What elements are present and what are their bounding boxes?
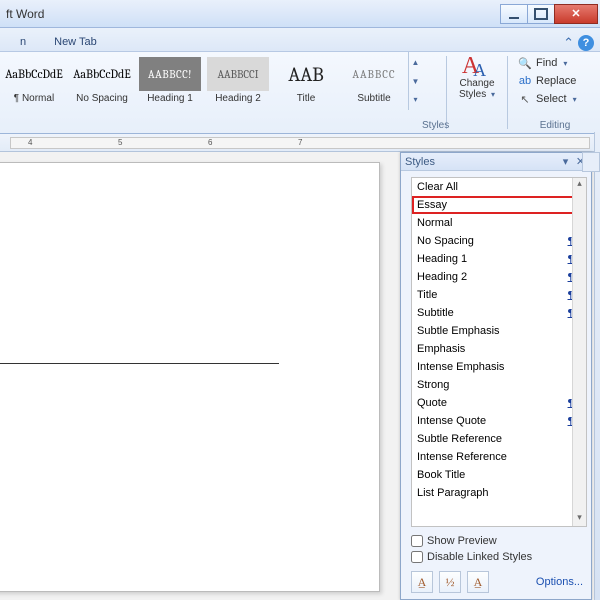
document-page[interactable] [0,162,380,592]
style-row[interactable]: List Paragraph¶ [412,484,586,502]
change-styles-icon: AA [462,54,492,78]
styles-task-pane: Styles ▾ ✕ Clear AllEssay¶Normal¶No Spac… [400,152,592,600]
style-gallery-item[interactable]: AaBbCcDdENo Spacing [70,56,134,114]
minimize-ribbon-icon[interactable]: ⌃ [563,35,574,51]
maximize-button[interactable] [527,4,555,24]
manage-styles-button[interactable]: A̲ [467,571,489,593]
style-row[interactable]: Emphasisa [412,340,586,358]
style-row[interactable]: Book Titlea [412,466,586,484]
styles-pane-header[interactable]: Styles ▾ ✕ [401,153,591,171]
editing-group: 🔍Find▾ abReplace ↖Select▾ Editing [510,52,600,133]
disable-linked-styles-checkbox[interactable]: Disable Linked Styles [411,549,585,565]
style-row[interactable]: Intense Emphasisa [412,358,586,376]
ribbon: AaBbCcDdE¶ NormalAaBbCcDdENo SpacingAABB… [0,52,600,134]
styles-gallery: AaBbCcDdE¶ NormalAaBbCcDdENo SpacingAABB… [0,52,408,133]
window-title: ft Word [6,7,44,21]
horizontal-ruler[interactable]: 4567 [0,134,600,152]
style-row[interactable]: Intense Quote¶a [412,412,586,430]
style-row[interactable]: Quote¶a [412,394,586,412]
ribbon-tab-partial[interactable]: n [12,33,34,51]
page-divider [0,363,279,364]
close-button[interactable] [554,4,598,24]
find-icon: 🔍 [518,57,532,70]
style-gallery-item[interactable]: AABBCCIHeading 2 [206,56,270,114]
change-styles-button[interactable]: AA Change Styles ▾ [449,52,505,133]
ruler-toggle-icon[interactable] [582,152,600,172]
style-row[interactable]: Essay¶ [412,196,586,214]
replace-button[interactable]: abReplace [516,72,594,90]
style-row[interactable]: Subtitle¶a [412,304,586,322]
select-icon: ↖ [518,93,532,106]
find-button[interactable]: 🔍Find▾ [516,54,594,72]
style-inspector-button[interactable]: ½ [439,571,461,593]
style-row[interactable]: Intense Referencea [412,448,586,466]
style-row[interactable]: Subtle Emphasisa [412,322,586,340]
style-row[interactable]: Clear All [412,178,586,196]
ribbon-tab-new-tab[interactable]: New Tab [46,33,105,51]
styles-pane-title: Styles [405,156,435,168]
style-gallery-item[interactable]: AaBbCcDdE¶ Normal [2,56,66,114]
styles-options-link[interactable]: Options... [536,576,583,588]
styles-gallery-more[interactable]: ▲▼▾ [408,52,422,110]
select-button[interactable]: ↖Select▾ [516,90,594,108]
window-controls [501,4,598,24]
help-icon[interactable]: ? [578,35,594,51]
show-preview-checkbox[interactable]: Show Preview [411,533,585,549]
style-row[interactable]: Normal¶ [412,214,586,232]
document-workspace: Styles ▾ ✕ Clear AllEssay¶Normal¶No Spac… [0,152,600,600]
new-style-button[interactable]: A̲ [411,571,433,593]
style-gallery-item[interactable]: AABTitle [274,56,338,114]
style-row[interactable]: Stronga [412,376,586,394]
replace-icon: ab [518,75,532,87]
minimize-button[interactable] [500,4,528,24]
style-row[interactable]: No Spacing¶a [412,232,586,250]
ribbon-group-caption-styles: Styles [422,120,444,131]
style-row[interactable]: Title¶a [412,286,586,304]
style-row[interactable]: Subtle Referencea [412,430,586,448]
ribbon-group-caption-editing: Editing [510,120,600,131]
styles-scrollbar[interactable]: ▴▾ [572,178,586,526]
style-row[interactable]: Heading 2¶a [412,268,586,286]
pane-dropdown-icon[interactable]: ▾ [559,155,572,168]
style-gallery-item[interactable]: AABBCCSubtitle [342,56,406,114]
window-titlebar: ft Word [0,0,600,28]
styles-list: Clear AllEssay¶Normal¶No Spacing¶aHeadin… [411,177,587,527]
styles-pane-footer: A̲ ½ A̲ Options... [401,567,591,599]
ribbon-tabs: n New Tab ⌃ ? [0,28,600,52]
style-row[interactable]: Heading 1¶a [412,250,586,268]
style-gallery-item[interactable]: AABBCC!Heading 1 [138,56,202,114]
